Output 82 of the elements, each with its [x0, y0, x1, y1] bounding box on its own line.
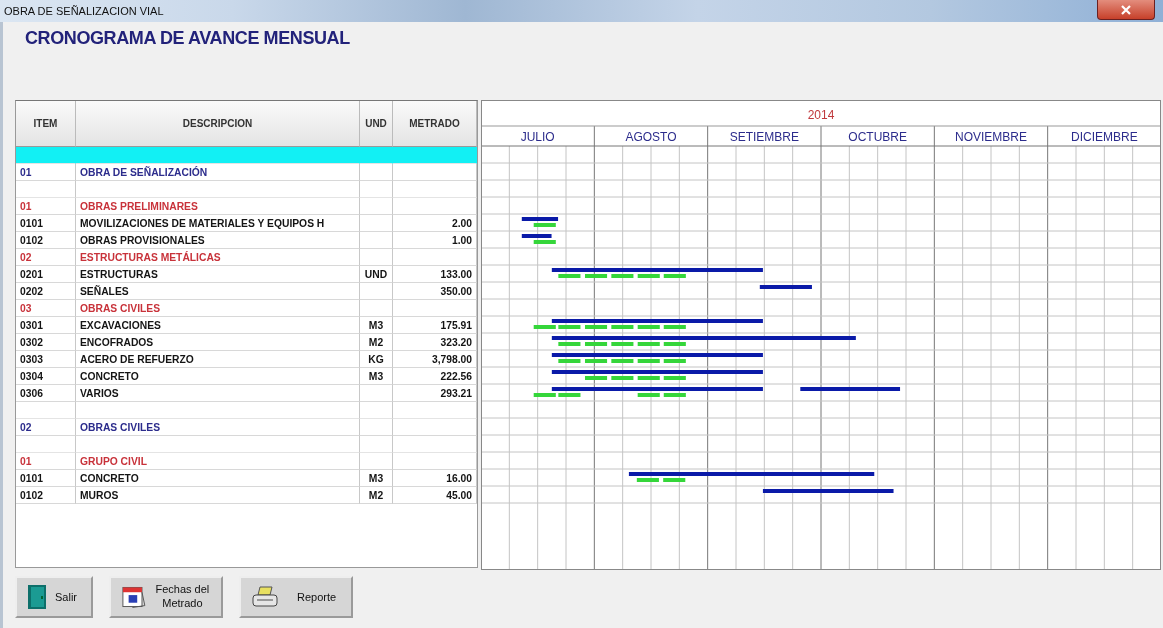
- executed-task-bar: [663, 478, 686, 482]
- dates-button[interactable]: Fechas del Metrado: [109, 576, 223, 618]
- executed-task-bar: [663, 342, 686, 346]
- executed-task-bar: [611, 342, 634, 346]
- report-button[interactable]: Reporte: [239, 576, 353, 618]
- planned-task-bar: [521, 217, 559, 221]
- executed-task-bar: [533, 393, 556, 397]
- table-row[interactable]: 0302 ENCOFRADOS M2 323.20: [16, 334, 477, 351]
- executed-task-bar: [611, 274, 634, 278]
- printer-icon: [251, 585, 279, 609]
- executed-task-bar: [663, 274, 686, 278]
- month-label: SETIEMBRE: [729, 130, 799, 144]
- month-label: JULIO: [520, 130, 555, 144]
- executed-task-bar: [637, 393, 660, 397]
- executed-task-bar: [533, 325, 556, 329]
- planned-task-bar: [521, 234, 552, 238]
- table-cell: 45.00: [393, 487, 477, 504]
- month-label: AGOSTO: [625, 130, 677, 144]
- executed-task-bar: [636, 478, 659, 482]
- table-row[interactable]: 0303 ACERO DE REFUERZO KG 3,798.00: [16, 351, 477, 368]
- executed-task-bar: [663, 393, 686, 397]
- table-row[interactable]: [16, 436, 477, 453]
- executed-task-bar: [558, 393, 581, 397]
- executed-task-bar: [585, 376, 608, 380]
- page-heading: CRONOGRAMA DE AVANCE MENSUAL: [25, 28, 351, 50]
- executed-task-bar: [637, 325, 660, 329]
- table-row[interactable]: 03 OBRAS CIVILES: [16, 300, 477, 317]
- executed-task-bar: [585, 325, 608, 329]
- executed-task-bar: [533, 223, 556, 227]
- table-row[interactable]: [16, 181, 477, 198]
- table-row[interactable]: 0301 EXCAVACIONES M3 175.91: [16, 317, 477, 334]
- table-row[interactable]: 0101 MOVILIZACIONES DE MATERIALES Y EQUIPOS H 2.00: [16, 215, 477, 232]
- table-row[interactable]: 0306 VARIOS 293.21: [16, 385, 477, 402]
- column-header: DESCRIPCION: [76, 101, 360, 147]
- executed-task-bar: [663, 325, 686, 329]
- executed-task-bar: [533, 240, 556, 244]
- table-row[interactable]: 0304 CONCRETO M3 222.56: [16, 368, 477, 385]
- executed-task-bar: [585, 342, 608, 346]
- executed-task-bar: [637, 342, 660, 346]
- executed-task-bar: [637, 376, 660, 380]
- table-row[interactable]: 0102 MUROS M2 45.00: [16, 487, 477, 504]
- executed-task-bar: [585, 359, 608, 363]
- executed-task-bar: [637, 274, 660, 278]
- executed-task-bar: [663, 376, 686, 380]
- column-header: UND: [360, 101, 393, 147]
- table-row[interactable]: 01 OBRA DE SEÑALIZACIÓN: [16, 164, 477, 181]
- close-icon: [1120, 4, 1132, 15]
- executed-task-bar: [558, 325, 581, 329]
- table-row[interactable]: 01 GRUPO CIVIL: [16, 453, 477, 470]
- column-header: ITEM: [16, 101, 76, 147]
- executed-task-bar: [611, 376, 634, 380]
- executed-task-bar: [663, 359, 686, 363]
- year-label: 2014: [807, 108, 835, 122]
- table-cell: 0102: [16, 487, 76, 504]
- table-row[interactable]: 0202 SEÑALES 350.00: [16, 283, 477, 300]
- executed-task-bar: [611, 325, 634, 329]
- month-label: OCTUBRE: [848, 130, 907, 144]
- table-cell: M2: [360, 487, 393, 504]
- close-button[interactable]: [1097, 0, 1155, 20]
- executed-task-bar: [558, 274, 581, 278]
- executed-task-bar: [637, 359, 660, 363]
- table-row[interactable]: [16, 402, 477, 419]
- month-label: NOVIEMBRE: [955, 130, 1027, 144]
- planned-task-bar: [759, 285, 812, 289]
- executed-task-bar: [585, 274, 608, 278]
- table-row[interactable]: 0201 ESTRUCTURAS UND 133.00: [16, 266, 477, 283]
- table-row[interactable]: 01 OBRAS PRELIMINARES: [16, 198, 477, 215]
- executed-task-bar: [558, 359, 581, 363]
- column-header: METRADO: [393, 101, 477, 147]
- table-row[interactable]: 0102 OBRAS PROVISIONALES 1.00: [16, 232, 477, 249]
- exit-button[interactable]: Salir: [15, 576, 93, 618]
- table-row[interactable]: 02 ESTRUCTURAS METÁLICAS: [16, 249, 477, 266]
- window-title: OBRA DE SEÑALIZACION VIAL: [4, 5, 164, 17]
- executed-task-bar: [611, 359, 634, 363]
- month-label: DICIEMBRE: [1071, 130, 1138, 144]
- calendar-icon: [121, 584, 146, 610]
- table-cell: MUROS: [76, 487, 360, 504]
- table-row[interactable]: [16, 147, 477, 164]
- door-icon: [27, 584, 47, 610]
- table-row[interactable]: 02 OBRAS CIVILES: [16, 419, 477, 436]
- executed-task-bar: [558, 342, 581, 346]
- table-row[interactable]: 0101 CONCRETO M3 16.00: [16, 470, 477, 487]
